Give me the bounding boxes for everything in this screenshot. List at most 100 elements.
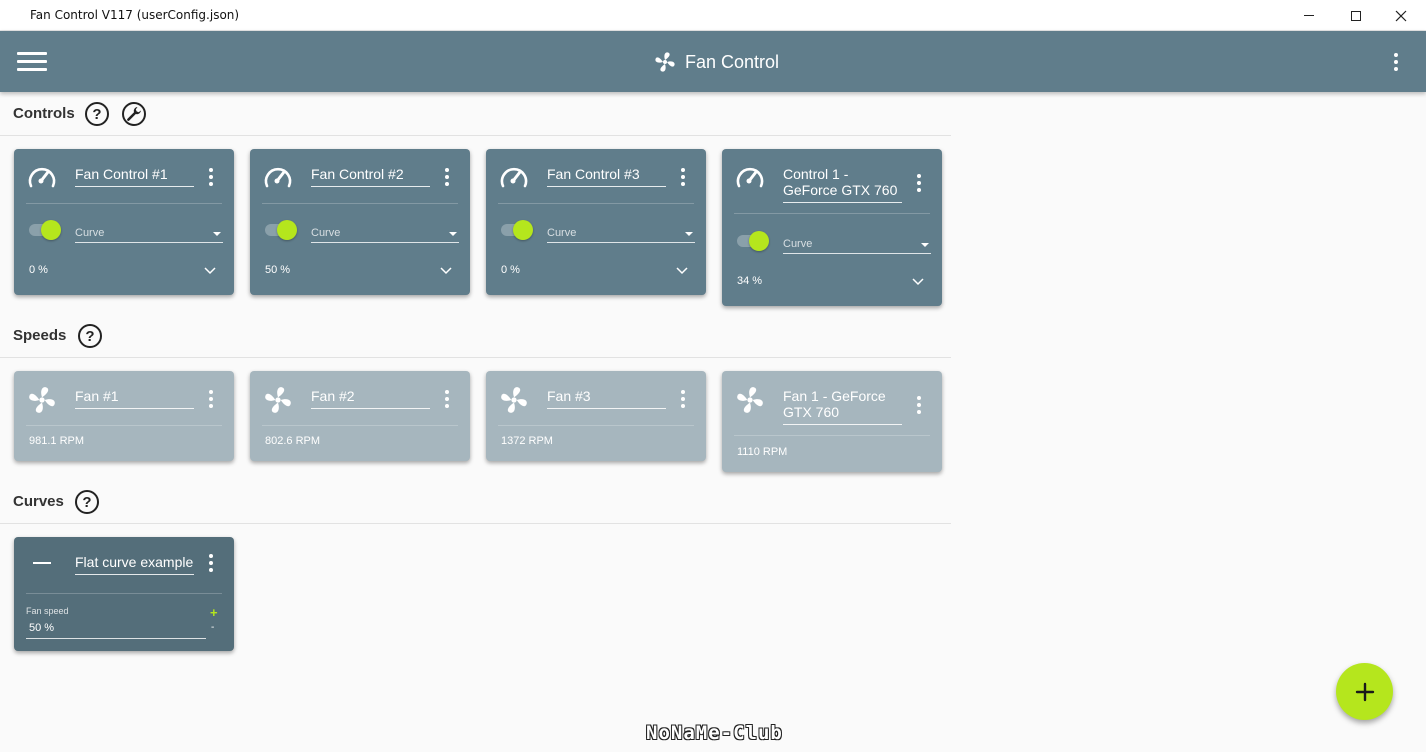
more-vert-icon[interactable] (202, 551, 220, 575)
wrench-icon[interactable] (122, 102, 146, 126)
enable-toggle[interactable] (737, 231, 769, 251)
controls-help-icon[interactable]: ? (85, 102, 109, 126)
speed-rpm: 802.6 RPM (265, 435, 321, 447)
control-value: 0 % (29, 264, 48, 276)
control-value: 50 % (265, 264, 291, 276)
speed-name[interactable]: Fan #3 (547, 388, 666, 409)
control-name[interactable]: Control 1 - GeForce GTX 760 (783, 166, 902, 203)
control-card[interactable]: Fan Control #3 Curve 0 % (486, 149, 706, 295)
card-divider (734, 213, 930, 214)
control-card[interactable]: Fan Control #1 Curve 0 % (14, 149, 234, 295)
control-name[interactable]: Fan Control #1 (75, 166, 194, 187)
speed-card[interactable]: Fan #1 981.1 RPM (14, 371, 234, 461)
curve-card[interactable]: Flat curve example Fan speed 50 % + - (14, 537, 234, 651)
speed-card[interactable]: Fan 1 - GeForce GTX 760 1110 RPM (722, 371, 942, 472)
toggle-thumb (749, 231, 769, 251)
section-title-speeds: Speeds (13, 327, 67, 344)
decrease-button[interactable]: - (211, 622, 214, 633)
minimize-button[interactable] (1286, 0, 1332, 31)
gauge-icon (736, 167, 764, 188)
curve-select[interactable]: Curve (75, 225, 223, 243)
add-button[interactable] (1336, 663, 1393, 720)
more-vert-icon[interactable] (202, 165, 220, 189)
dropdown-arrow-icon (449, 232, 457, 236)
card-divider (498, 203, 694, 204)
chevron-down-icon[interactable] (675, 266, 689, 276)
wrench-glyph (127, 107, 141, 121)
curve-name[interactable]: Flat curve example (75, 554, 194, 575)
window-titlebar: Fan Control V117 (userConfig.json) (0, 0, 1426, 31)
fan-speed-label: Fan speed (26, 606, 69, 616)
control-value: 34 % (737, 275, 763, 287)
watermark: NoNaMe-Club (646, 722, 783, 744)
speed-name[interactable]: Fan 1 - GeForce GTX 760 (783, 388, 902, 425)
chevron-down-icon[interactable] (439, 266, 453, 276)
curve-select-value: Curve (75, 227, 105, 239)
more-vert-icon[interactable] (438, 387, 456, 411)
section-title-controls: Controls (13, 105, 75, 122)
enable-toggle[interactable] (29, 220, 61, 240)
add-icon (1355, 682, 1374, 701)
control-card[interactable]: Fan Control #2 Curve 50 % (250, 149, 470, 295)
gauge-icon (500, 167, 528, 188)
chevron-down-icon[interactable] (203, 266, 217, 276)
controls-divider (0, 135, 951, 136)
toggle-thumb (277, 220, 297, 240)
curves-help-icon[interactable]: ? (75, 490, 99, 514)
card-divider (26, 203, 222, 204)
curve-select[interactable]: Curve (547, 225, 695, 243)
more-vert-icon[interactable] (910, 171, 928, 195)
hamburger-line (17, 68, 47, 71)
hamburger-menu-button[interactable] (17, 52, 47, 72)
fan-icon (655, 52, 675, 72)
toggle-thumb (513, 220, 533, 240)
fan-icon (29, 387, 55, 413)
more-vert-icon[interactable] (1384, 50, 1408, 74)
fan-icon (265, 387, 291, 413)
more-vert-icon[interactable] (202, 387, 220, 411)
speed-rpm: 1110 RPM (737, 446, 788, 458)
maximize-icon (1351, 10, 1361, 21)
maximize-button[interactable] (1333, 0, 1379, 31)
card-divider (262, 425, 458, 426)
curve-select-value: Curve (783, 238, 813, 250)
more-vert-icon[interactable] (674, 387, 692, 411)
curve-select[interactable]: Curve (783, 236, 931, 254)
curve-select[interactable]: Curve (311, 225, 459, 243)
hamburger-line (17, 60, 47, 63)
control-card[interactable]: Control 1 - GeForce GTX 760 Curve 34 % (722, 149, 942, 306)
more-vert-icon[interactable] (910, 393, 928, 417)
app-title: Fan Control (685, 51, 780, 72)
more-vert-icon[interactable] (438, 165, 456, 189)
flat-curve-icon (33, 562, 51, 564)
window-title: Fan Control V117 (userConfig.json) (30, 8, 240, 22)
card-divider (498, 425, 694, 426)
speed-rpm: 1372 RPM (501, 435, 553, 447)
speed-card[interactable]: Fan #3 1372 RPM (486, 371, 706, 461)
chevron-down-icon[interactable] (911, 277, 925, 287)
close-button[interactable] (1378, 0, 1424, 31)
app-bar: Fan Control (0, 31, 1426, 92)
speeds-help-icon[interactable]: ? (78, 324, 102, 348)
increase-button[interactable]: + (210, 605, 218, 620)
card-divider (26, 425, 222, 426)
curve-select-value: Curve (547, 227, 577, 239)
enable-toggle[interactable] (265, 220, 297, 240)
app-title-group: Fan Control (653, 50, 779, 74)
close-icon (1395, 10, 1407, 21)
curves-divider (0, 523, 951, 524)
control-name[interactable]: Fan Control #2 (311, 166, 430, 187)
dropdown-arrow-icon (921, 243, 929, 247)
dropdown-arrow-icon (213, 232, 221, 236)
control-value: 0 % (501, 264, 520, 276)
speed-card[interactable]: Fan #2 802.6 RPM (250, 371, 470, 461)
control-name[interactable]: Fan Control #3 (547, 166, 666, 187)
dropdown-arrow-icon (685, 232, 693, 236)
speed-name[interactable]: Fan #1 (75, 388, 194, 409)
toggle-thumb (41, 220, 61, 240)
section-title-curves: Curves (13, 493, 64, 510)
enable-toggle[interactable] (501, 220, 533, 240)
more-vert-icon[interactable] (674, 165, 692, 189)
fan-speed-input[interactable]: 50 % (26, 620, 206, 639)
speed-name[interactable]: Fan #2 (311, 388, 430, 409)
